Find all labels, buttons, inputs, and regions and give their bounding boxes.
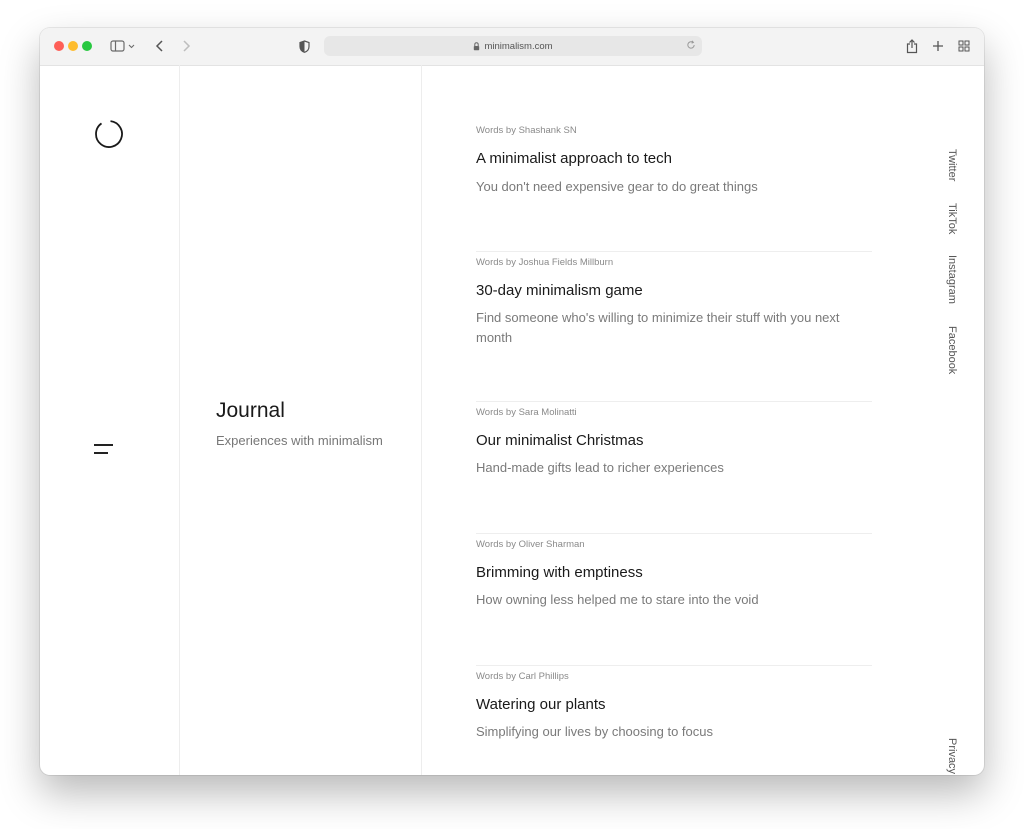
url-text: minimalism.com	[484, 40, 553, 52]
article-title[interactable]: Our minimalist Christmas	[476, 432, 644, 449]
social-link-tiktok[interactable]: TikTok	[946, 203, 958, 234]
article-title[interactable]: Brimming with emptiness	[476, 564, 643, 581]
article-title[interactable]: A minimalist approach to tech	[476, 150, 672, 167]
browser-toolbar: minimalism.com	[40, 28, 984, 66]
article-author: Words by Shashank SN	[476, 125, 577, 136]
hamburger-menu-icon[interactable]	[94, 444, 114, 456]
section-column: Journal Experiences with minimalism	[180, 65, 422, 775]
article-description: You don't need expensive gear to do grea…	[476, 179, 758, 194]
page-content: Journal Experiences with minimalism Word…	[40, 65, 984, 775]
zoom-window-button[interactable]	[82, 41, 92, 51]
forward-button[interactable]	[178, 35, 194, 57]
article-description: Hand-made gifts lead to richer experienc…	[476, 460, 724, 475]
article-description: Simplifying our lives by choosing to foc…	[476, 724, 714, 739]
chevron-left-icon	[155, 40, 163, 52]
chevron-right-icon	[183, 40, 191, 52]
left-sidebar	[40, 65, 180, 775]
browser-window: minimalism.com Journal Experiences with …	[40, 28, 984, 775]
new-tab-button[interactable]	[930, 35, 946, 57]
article-item[interactable]: Words by Carl Phillips Watering our plan…	[476, 666, 872, 775]
lock-icon	[473, 41, 480, 51]
page-title: Journal	[216, 399, 285, 422]
sidebar-toggle-button[interactable]	[108, 35, 138, 57]
article-description: How owning less helped me to stare into …	[476, 592, 759, 607]
article-author: Words by Oliver Sharman	[476, 539, 585, 550]
page-subtitle: Experiences with minimalism	[216, 433, 383, 448]
article-item[interactable]: Words by Shashank SN A minimalist approa…	[476, 65, 872, 252]
address-bar[interactable]: minimalism.com	[324, 36, 702, 56]
grid-icon	[958, 40, 970, 52]
article-author: Words by Carl Phillips	[476, 671, 569, 682]
reload-icon[interactable]	[686, 40, 696, 50]
article-title[interactable]: 30-day minimalism game	[476, 282, 643, 299]
social-link-instagram[interactable]: Instagram	[946, 255, 958, 304]
back-button[interactable]	[152, 35, 168, 57]
tab-overview-button[interactable]	[956, 35, 972, 57]
minimize-window-button[interactable]	[68, 41, 78, 51]
privacy-report-button[interactable]	[296, 35, 312, 57]
article-item[interactable]: Words by Sara Molinatti Our minimalist C…	[476, 402, 872, 534]
article-author: Words by Sara Molinatti	[476, 407, 577, 418]
share-icon	[906, 38, 918, 53]
article-author: Words by Joshua Fields Millburn	[476, 257, 614, 268]
sidebar-icon	[110, 40, 135, 52]
close-window-button[interactable]	[54, 41, 64, 51]
article-item[interactable]: Words by Joshua Fields Millburn 30-day m…	[476, 252, 872, 402]
shield-icon	[298, 39, 310, 53]
article-description: Find someone who's willing to minimize t…	[476, 310, 840, 345]
share-button[interactable]	[904, 35, 920, 57]
social-link-twitter[interactable]: Twitter	[946, 149, 958, 181]
social-link-facebook[interactable]: Facebook	[946, 326, 958, 374]
article-item[interactable]: Words by Oliver Sharman Brimming with em…	[476, 534, 872, 666]
article-title[interactable]: Watering our plants	[476, 696, 606, 713]
privacy-link[interactable]: Privacy	[946, 738, 958, 774]
plus-icon	[933, 41, 943, 51]
circle-logo-icon[interactable]	[94, 119, 124, 154]
